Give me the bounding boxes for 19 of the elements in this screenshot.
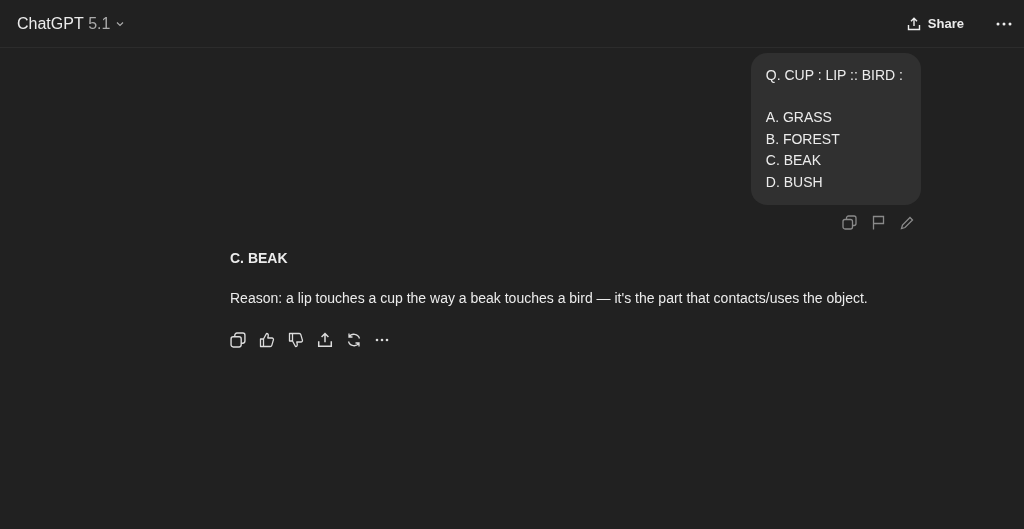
model-selector[interactable]: ChatGPT 5.1: [8, 8, 135, 39]
answer-heading: C. BEAK: [230, 250, 289, 266]
regenerate-icon[interactable]: [346, 332, 362, 348]
answer-option: C. BEAK: [765, 150, 903, 172]
answer-option: A. GRASS: [765, 107, 903, 129]
share-button[interactable]: Share: [900, 12, 970, 35]
answer-option: B. FOREST: [765, 128, 903, 150]
answer-option: D. BUSH: [765, 171, 903, 193]
pencil-icon[interactable]: [900, 215, 914, 230]
more-options-icon[interactable]: [996, 21, 1012, 26]
thumbs-down-icon[interactable]: [288, 332, 304, 348]
share-icon: [906, 16, 921, 31]
thumbs-up-icon[interactable]: [259, 332, 275, 348]
more-options-icon[interactable]: [375, 338, 389, 342]
reason-text: Reason: a lip touches a cup the way a beak touches a bird — it's the part that contacts/uses the object.: [230, 290, 869, 306]
question-text: Q. CUP : LIP :: BIRD :: [765, 66, 903, 85]
copy-icon[interactable]: [230, 332, 246, 348]
share-icon[interactable]: [317, 332, 333, 348]
flag-icon[interactable]: [872, 215, 885, 230]
